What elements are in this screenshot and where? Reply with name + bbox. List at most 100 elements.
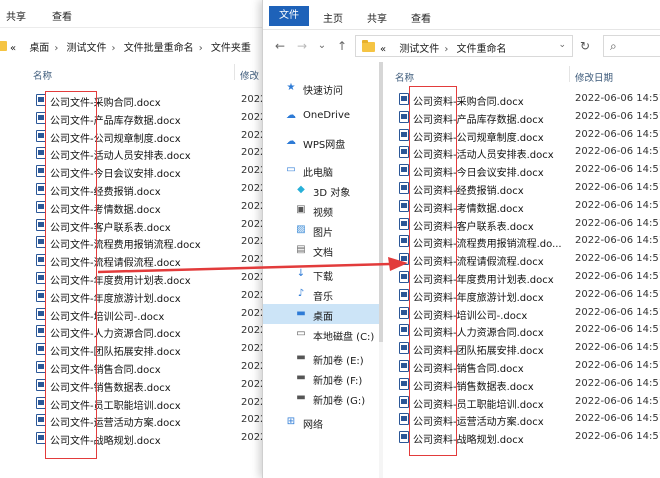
breadcrumb-item[interactable]: 桌面 <box>29 43 49 54</box>
word-doc-icon <box>399 413 409 426</box>
sidebar-item-label: 新加卷 (G:) <box>313 396 366 407</box>
forward-arrow-icon[interactable]: → <box>295 38 309 54</box>
breadcrumb-item[interactable]: 测试文件 <box>399 44 439 55</box>
column-divider[interactable] <box>234 64 235 80</box>
tab-view[interactable]: 查看 <box>411 10 431 25</box>
back-tab-share[interactable]: 共享 <box>6 8 26 23</box>
file-date: 2022-06-06 14:51 <box>575 431 660 443</box>
arrow-head <box>388 257 408 271</box>
sidebar-item-label: 音乐 <box>313 292 333 303</box>
word-doc-icon <box>399 146 409 159</box>
scrollbar-thumb[interactable] <box>379 62 383 342</box>
sidebar-item[interactable]: ◆ 3D 对象 <box>263 180 383 200</box>
sidebar-item-label: 快速访问 <box>303 86 343 97</box>
breadcrumb-item[interactable]: 测试文件 <box>67 43 107 54</box>
breadcrumb-item[interactable]: 文件重命名 <box>457 44 507 55</box>
file-date: 2022-06-06 14:51 <box>575 164 660 176</box>
back-col-name[interactable]: 名称 <box>33 68 52 82</box>
sidebar-item-label: 桌面 <box>313 312 333 323</box>
sidebar-item[interactable]: ▭ 本地磁盘 (C:) <box>263 324 383 344</box>
chevron-down-icon[interactable]: ⌄ <box>315 38 329 54</box>
sidebar-item[interactable]: ▬ 新加卷 (G:) <box>263 388 383 408</box>
back-breadcrumb[interactable]: « 桌面 › 测试文件 › 文件批量重命名 › 文件夹重 <box>10 39 251 54</box>
nav-icon: ▬ <box>296 352 306 363</box>
search-icon: ⌕ <box>610 39 617 53</box>
breadcrumb-overflow[interactable]: « <box>380 44 386 55</box>
breadcrumb-item[interactable]: 文件批量重命名 <box>124 43 194 54</box>
word-doc-icon <box>399 342 409 355</box>
tab-home[interactable]: 主页 <box>323 10 343 25</box>
sidebar-item-label: OneDrive <box>303 110 351 121</box>
nav-icon: ★ <box>286 82 296 93</box>
highlight-box-original-prefix <box>45 91 97 459</box>
search-input[interactable]: ⌕ <box>603 35 660 57</box>
file-date: 2022-06-06 14:51 <box>575 288 660 300</box>
word-doc-icon <box>399 199 409 212</box>
word-doc-icon <box>399 128 409 141</box>
file-date: 2022-06-06 14:51 <box>575 377 660 389</box>
sidebar-item[interactable]: ♪ 音乐 <box>263 284 383 304</box>
breadcrumb-overflow[interactable]: « <box>10 43 16 54</box>
sidebar-item-label: 新加卷 (F:) <box>313 376 363 387</box>
chevron-right-icon: › <box>444 44 449 55</box>
nav-icon: ♪ <box>297 288 305 299</box>
file-date: 2022-06-06 14:51 <box>575 235 660 247</box>
sidebar-item[interactable]: ▬ 新加卷 (E:) <box>263 348 383 368</box>
sidebar-item[interactable]: ⊞ 网络 <box>263 412 383 432</box>
word-doc-icon <box>399 110 409 123</box>
up-arrow-icon[interactable]: ↑ <box>335 38 349 54</box>
breadcrumb-item[interactable]: 文件夹重 <box>211 43 251 54</box>
sidebar-item[interactable]: ▬ 桌面 <box>263 304 383 324</box>
sidebar-item[interactable]: ☁ WPS网盘 <box>263 132 383 152</box>
tab-share[interactable]: 共享 <box>367 10 387 25</box>
sidebar-item[interactable]: ▬ 新加卷 (F:) <box>263 368 383 388</box>
folder-icon <box>0 41 7 51</box>
back-address-bar[interactable]: « 桌面 › 测试文件 › 文件批量重命名 › 文件夹重 <box>0 31 270 59</box>
file-date: 2022-06-06 14:51 <box>575 360 660 371</box>
sidebar-item[interactable]: ▭ 此电脑 <box>263 160 383 180</box>
front-explorer-window: 文件 主页 共享 查看 ← → ⌄ ↑ « 测试文件 › 文件重命名 ⌄ ↻ ⌕ … <box>262 0 660 478</box>
folder-icon <box>362 40 375 52</box>
highlight-box-renamed-prefix <box>409 86 457 456</box>
nav-icon: ☁ <box>286 136 296 147</box>
chevron-down-icon[interactable]: ⌄ <box>558 40 566 50</box>
nav-icon: ▬ <box>296 392 306 403</box>
back-arrow-icon[interactable]: ← <box>273 38 287 54</box>
file-date: 2022-06-06 14:51 <box>575 128 660 140</box>
back-col-date[interactable]: 修改 <box>240 68 259 82</box>
sidebar-item[interactable]: ★ 快速访问 <box>263 78 383 98</box>
file-date: 2022-06-06 14:51 <box>575 342 660 354</box>
file-date: 2022-06-06 14:51 <box>575 395 660 407</box>
file-date: 2022-06-06 14:51 <box>575 413 660 425</box>
tab-file[interactable]: 文件 <box>269 6 309 26</box>
refresh-icon[interactable]: ↻ <box>577 38 593 54</box>
chevron-right-icon: › <box>198 43 203 54</box>
word-doc-icon <box>399 164 409 177</box>
word-doc-icon <box>399 182 409 194</box>
column-divider[interactable] <box>569 66 570 82</box>
sidebar-item-label: 图片 <box>313 228 333 239</box>
nav-icon: ☁ <box>286 110 296 121</box>
sidebar-item[interactable]: ▨ 图片 <box>263 220 383 240</box>
sidebar-item[interactable]: ▣ 视频 <box>263 200 383 220</box>
chevron-right-icon: › <box>111 43 116 54</box>
nav-icon: ▬ <box>296 308 306 319</box>
nav-icon: ▬ <box>296 372 306 383</box>
sidebar-item[interactable]: ☁ OneDrive <box>263 106 383 126</box>
file-date: 2022-06-06 14:51 <box>575 253 660 265</box>
file-date: 2022-06-06 14:51 <box>575 110 660 122</box>
annotation-arrow <box>98 257 408 274</box>
file-date: 2022-06-06 14:51 <box>575 199 660 211</box>
word-doc-icon <box>399 360 409 372</box>
word-doc-icon <box>399 324 409 337</box>
front-ribbon: 文件 主页 共享 查看 <box>263 0 660 30</box>
sidebar-item-label: 网络 <box>303 420 323 431</box>
nav-icon: ⊞ <box>286 416 296 427</box>
file-date: 2022-06-06 14:51 <box>575 324 660 336</box>
front-col-date[interactable]: 修改日期 <box>575 70 613 84</box>
word-doc-icon <box>399 431 409 444</box>
back-tab-view[interactable]: 查看 <box>52 8 72 23</box>
front-col-name[interactable]: 名称 <box>395 70 414 84</box>
file-date: 2022-06-06 14:51 <box>575 217 660 229</box>
address-input[interactable]: « 测试文件 › 文件重命名 ⌄ <box>355 35 573 57</box>
